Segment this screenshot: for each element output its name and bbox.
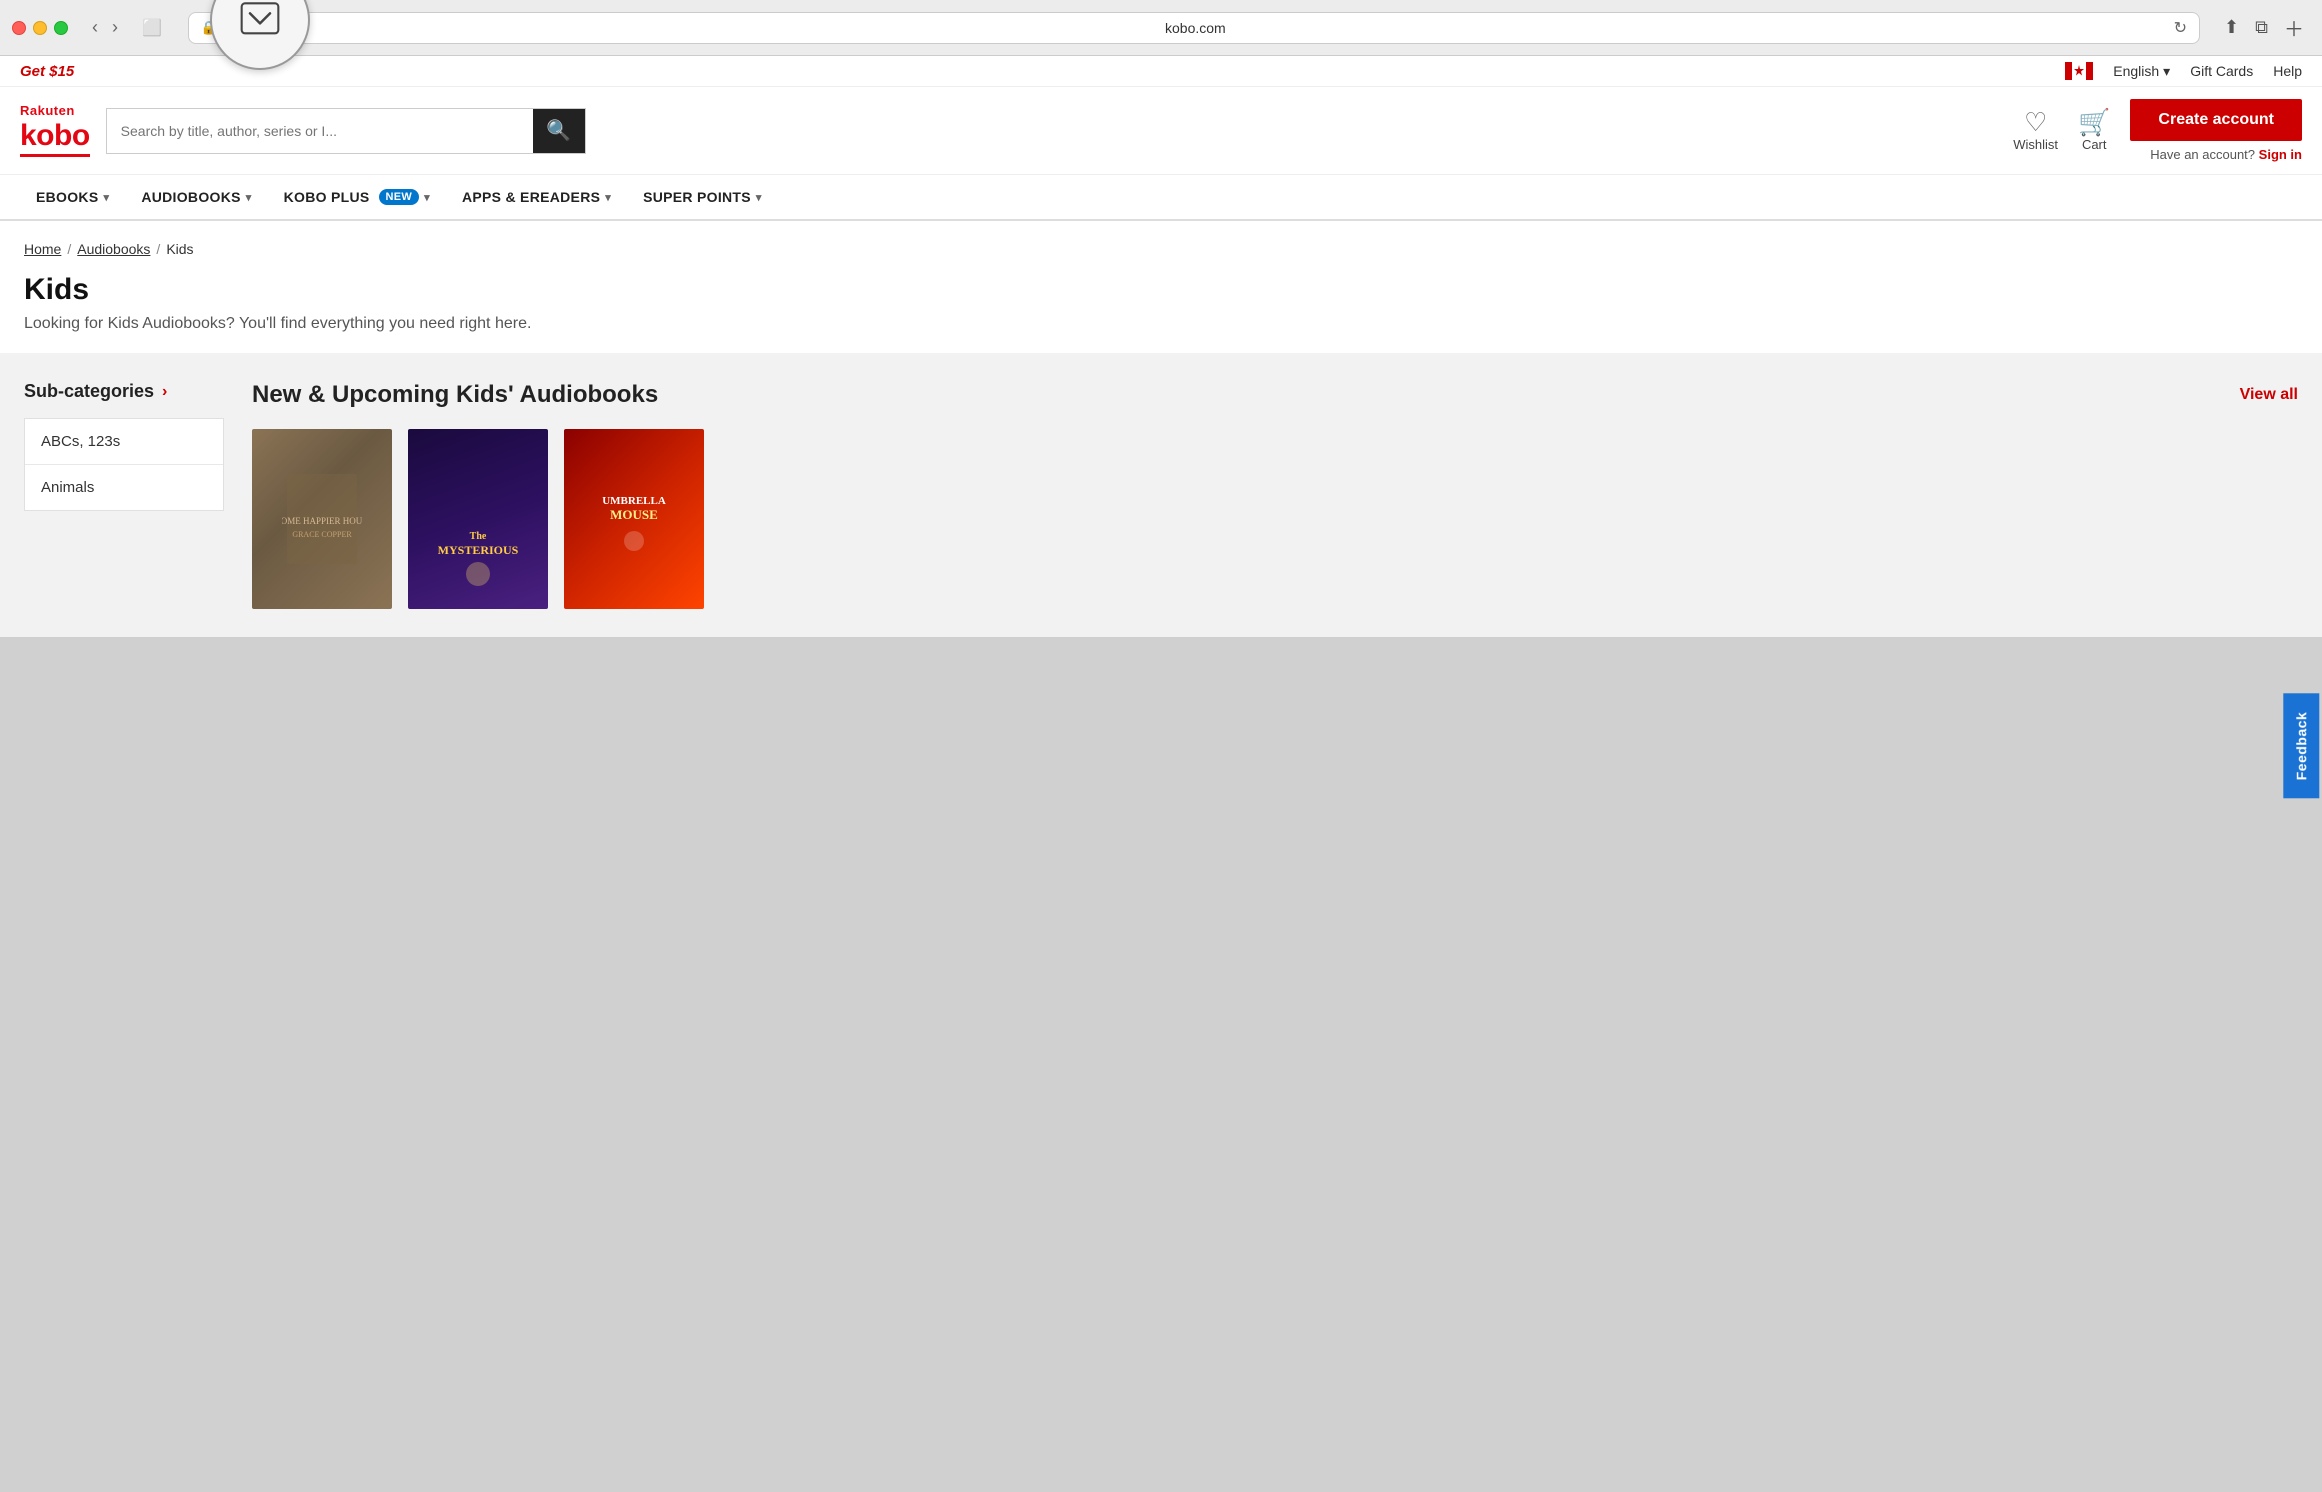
promo-text: Get $15: [20, 63, 74, 80]
back-button[interactable]: ‹: [86, 15, 104, 40]
forward-button[interactable]: ›: [106, 15, 124, 40]
sidebar-button[interactable]: ⬜: [134, 14, 170, 42]
browser-chrome: ‹ › ⬜ 🔒 kobo.com ↻ ⬆ ⧉ ＋: [0, 0, 2322, 56]
cart-button[interactable]: 🛒 Cart: [2078, 109, 2110, 152]
website-content: Get $15 English ▾ Gift Cards Help: [0, 56, 2322, 637]
wishlist-button[interactable]: ♡ Wishlist: [2013, 109, 2058, 152]
search-button[interactable]: 🔍: [533, 109, 585, 153]
breadcrumb-sep-2: /: [156, 241, 160, 257]
nav-audiobooks[interactable]: AUDIOBOOKS ▾: [125, 175, 267, 219]
ebooks-chevron-icon: ▾: [103, 191, 109, 204]
search-bar: 🔍: [106, 108, 586, 154]
view-all-link[interactable]: View all: [2240, 386, 2298, 404]
cart-icon: 🛒: [2078, 109, 2110, 135]
chevron-down-icon: ▾: [2163, 63, 2170, 80]
rakuten-kobo-logo: Rakuten kobo: [20, 104, 90, 156]
page-title: Kids: [24, 273, 2298, 307]
english-language-link[interactable]: English ▾: [2113, 63, 2170, 80]
heart-icon: ♡: [2024, 109, 2047, 135]
apps-chevron-icon: ▾: [605, 191, 611, 204]
cart-label: Cart: [2082, 137, 2107, 152]
subcategory-animals[interactable]: Animals: [25, 465, 223, 510]
section-header: New & Upcoming Kids' Audiobooks View all: [252, 381, 2298, 409]
have-account-text: Have an account?: [2150, 147, 2255, 162]
books-grid: SOME HAPPIER HOUR GRACE COPPER The MYSTE…: [252, 429, 2298, 609]
search-input[interactable]: [107, 109, 533, 153]
breadcrumb-current: Kids: [166, 241, 193, 257]
audiobooks-chevron-icon: ▾: [246, 191, 252, 204]
subcategory-abcs[interactable]: ABCs, 123s: [25, 419, 223, 465]
book-cover-2: The MYSTERIOUS: [408, 429, 548, 609]
section-title: New & Upcoming Kids' Audiobooks: [252, 381, 658, 409]
page-content: Home / Audiobooks / Kids Kids Looking fo…: [0, 221, 2322, 353]
book-card-3[interactable]: UMBRELLA MOUSE: [564, 429, 704, 609]
nav-bar: eBOOKS ▾ AUDIOBOOKS ▾ KOBO PLUS NEW ▾ AP…: [0, 175, 2322, 221]
sign-in-area: Have an account? Sign in: [2150, 147, 2302, 162]
canada-flag-icon: [2065, 62, 2093, 80]
minimize-window-button[interactable]: [33, 21, 47, 35]
subcategories-panel: Sub-categories › ABCs, 123s Animals: [24, 381, 224, 609]
sign-in-link[interactable]: Sign in: [2259, 147, 2302, 162]
nav-ebooks[interactable]: eBOOKS ▾: [20, 175, 125, 219]
gift-cards-link[interactable]: Gift Cards: [2190, 63, 2253, 79]
header-actions: ♡ Wishlist 🛒 Cart Create account Have an…: [2013, 99, 2302, 162]
canada-flag-area[interactable]: [2065, 62, 2093, 80]
book-card-1[interactable]: SOME HAPPIER HOUR GRACE COPPER: [252, 429, 392, 609]
svg-text:The: The: [470, 531, 487, 542]
page-subtitle: Looking for Kids Audiobooks? You'll find…: [24, 315, 2298, 333]
svg-text:SOME HAPPIER HOUR: SOME HAPPIER HOUR: [282, 516, 362, 526]
new-tab-button[interactable]: ＋: [2278, 11, 2310, 44]
create-account-button[interactable]: Create account: [2130, 99, 2302, 141]
breadcrumb-audiobooks[interactable]: Audiobooks: [77, 241, 150, 257]
rakuten-label: Rakuten: [20, 104, 90, 118]
breadcrumb-sep-1: /: [67, 241, 71, 257]
nav-super-points[interactable]: SUPER POINTS ▾: [627, 175, 778, 219]
svg-text:MYSTERIOUS: MYSTERIOUS: [438, 543, 518, 557]
book-cover-image-3: UMBRELLA MOUSE: [594, 469, 674, 569]
nav-apps-ereaders[interactable]: APPS & eREADERS ▾: [446, 175, 627, 219]
traffic-lights: [12, 21, 68, 35]
help-link[interactable]: Help: [2273, 63, 2302, 79]
main-header: Rakuten kobo 🔍 ♡ Wishlist 🛒 Cart Create …: [0, 87, 2322, 175]
close-window-button[interactable]: [12, 21, 26, 35]
subcategories-title[interactable]: Sub-categories ›: [24, 381, 224, 402]
book-cover-image-2: The MYSTERIOUS: [438, 499, 518, 599]
tabs-button[interactable]: ⧉: [2249, 13, 2274, 42]
reload-button[interactable]: ↻: [2174, 18, 2187, 38]
wishlist-label: Wishlist: [2013, 137, 2058, 152]
breadcrumb: Home / Audiobooks / Kids: [24, 241, 2298, 257]
book-cover-image-1: SOME HAPPIER HOUR GRACE COPPER: [282, 469, 362, 569]
section-layout: Sub-categories › ABCs, 123s Animals New …: [24, 381, 2298, 609]
top-links: English ▾ Gift Cards Help: [2065, 62, 2302, 80]
browser-nav-buttons: ‹ ›: [86, 15, 124, 40]
svg-text:GRACE COPPER: GRACE COPPER: [292, 530, 352, 539]
logo-area[interactable]: Rakuten kobo: [20, 104, 90, 156]
book-cover-3: UMBRELLA MOUSE: [564, 429, 704, 609]
logo-underline: [20, 154, 90, 157]
browser-actions: ⬆ ⧉ ＋: [2218, 11, 2310, 44]
svg-text:UMBRELLA: UMBRELLA: [602, 495, 666, 507]
subcategories-chevron-icon: ›: [162, 383, 167, 401]
feedback-tab[interactable]: Feedback: [2284, 694, 2320, 799]
breadcrumb-home[interactable]: Home: [24, 241, 61, 257]
url-text: kobo.com: [223, 20, 2168, 36]
book-card-2[interactable]: The MYSTERIOUS: [408, 429, 548, 609]
svg-text:MOUSE: MOUSE: [610, 507, 658, 522]
main-content: New & Upcoming Kids' Audiobooks View all…: [252, 381, 2298, 609]
superpoints-chevron-icon: ▾: [756, 191, 762, 204]
subcategories-list: ABCs, 123s Animals: [24, 418, 224, 511]
address-bar[interactable]: 🔒 kobo.com ↻: [188, 12, 2200, 44]
kobo-label: kobo: [20, 119, 90, 152]
book-cover-1: SOME HAPPIER HOUR GRACE COPPER: [252, 429, 392, 609]
share-button[interactable]: ⬆: [2218, 13, 2245, 42]
koboplus-chevron-icon: ▾: [424, 191, 430, 204]
nav-kobo-plus[interactable]: KOBO PLUS NEW ▾: [268, 175, 446, 219]
search-icon: 🔍: [546, 118, 571, 143]
new-badge: NEW: [379, 189, 420, 205]
maximize-window-button[interactable]: [54, 21, 68, 35]
promo-bar: Get $15 English ▾ Gift Cards Help: [0, 56, 2322, 87]
gray-section: Sub-categories › ABCs, 123s Animals New …: [0, 353, 2322, 637]
